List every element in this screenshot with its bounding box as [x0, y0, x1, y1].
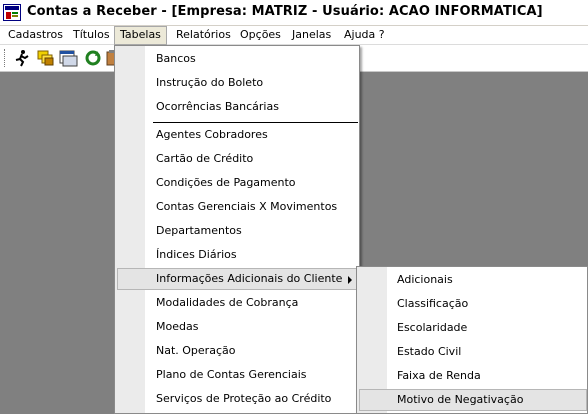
menu-item-informacoes-adicionais-cliente[interactable]: Informações Adicionais do Cliente [117, 268, 358, 290]
app-icon[interactable] [3, 4, 21, 21]
menu-item-nat-operacao[interactable]: Nat. Operação [156, 340, 235, 362]
submenu-item-faixa-renda[interactable]: Faixa de Renda [397, 365, 481, 387]
menu-item-moedas[interactable]: Moedas [156, 316, 198, 338]
menu-cadastros[interactable]: Cadastros [3, 26, 68, 45]
menu-item-agentes-cobradores[interactable]: Agentes Cobradores [156, 124, 268, 146]
menu-item-ocorrencias-bancarias[interactable]: Ocorrências Bancárias [156, 96, 279, 118]
running-man-icon[interactable] [12, 49, 32, 67]
menu-item-condicoes-pagamento[interactable]: Condições de Pagamento [156, 172, 296, 194]
menu-item-bancos[interactable]: Bancos [156, 48, 196, 70]
tabelas-menu: Bancos Instrução do Boleto Ocorrências B… [114, 45, 360, 414]
menu-bar: Cadastros Títulos Tabelas Relatórios Opç… [0, 26, 588, 45]
menu-item-label: Informações Adicionais do Cliente [156, 272, 343, 285]
toolbar-grip[interactable] [4, 49, 7, 67]
submenu-item-estado-civil[interactable]: Estado Civil [397, 341, 461, 363]
submenu-item-classificacao[interactable]: Classificação [397, 293, 468, 315]
menu-item-plano-contas-gerenciais[interactable]: Plano de Contas Gerenciais [156, 364, 306, 386]
menu-relatorios[interactable]: Relatórios [171, 26, 236, 45]
window-icon[interactable] [58, 49, 78, 67]
menu-separator [153, 122, 358, 123]
menu-item-modalidades-cobranca[interactable]: Modalidades de Cobrança [156, 292, 298, 314]
menu-item-cartao-credito[interactable]: Cartão de Crédito [156, 148, 253, 170]
menu-janelas[interactable]: Janelas [287, 26, 336, 45]
submenu-arrow-icon [348, 276, 352, 284]
menu-opcoes[interactable]: Opções [235, 26, 286, 45]
folders-icon[interactable] [36, 49, 56, 67]
submenu-item-escolaridade[interactable]: Escolaridade [397, 317, 467, 339]
menu-tabelas[interactable]: Tabelas [114, 26, 167, 45]
menu-item-instrucao-boleto[interactable]: Instrução do Boleto [156, 72, 263, 94]
menu-icon-strip [115, 46, 145, 413]
informacoes-adicionais-submenu: Adicionais Classificação Escolaridade Es… [356, 266, 588, 414]
menu-item-departamentos[interactable]: Departamentos [156, 220, 242, 242]
refresh-icon[interactable] [83, 49, 103, 67]
menu-item-servicos-protecao-credito[interactable]: Serviços de Proteção ao Crédito [156, 388, 331, 410]
menu-titulos[interactable]: Títulos [68, 26, 115, 45]
title-bar: Contas a Receber - [Empresa: MATRIZ - Us… [0, 0, 588, 26]
submenu-item-motivo-negativacao[interactable]: Motivo de Negativação [359, 389, 587, 411]
window-title: Contas a Receber - [Empresa: MATRIZ - Us… [27, 4, 543, 19]
submenu-item-adicionais[interactable]: Adicionais [397, 269, 453, 291]
menu-item-contas-gerenciais-movimentos[interactable]: Contas Gerenciais X Movimentos [156, 196, 337, 218]
menu-item-indices-diarios[interactable]: Índices Diários [156, 244, 237, 266]
menu-ajuda[interactable]: Ajuda ? [339, 26, 390, 45]
